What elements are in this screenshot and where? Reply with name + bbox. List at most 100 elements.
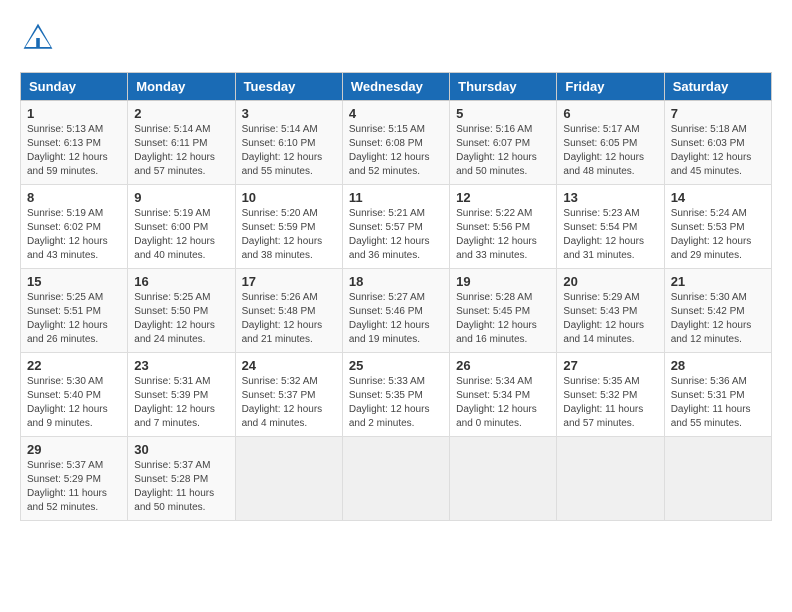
day-info: Sunrise: 5:32 AM Sunset: 5:37 PM Dayligh… bbox=[242, 375, 336, 431]
day-of-week-header: Saturday bbox=[664, 73, 771, 101]
day-info: Sunrise: 5:14 AM Sunset: 6:10 PM Dayligh… bbox=[242, 123, 336, 179]
day-info: Sunrise: 5:28 AM Sunset: 5:45 PM Dayligh… bbox=[456, 291, 550, 347]
calendar-cell: 24Sunrise: 5:32 AM Sunset: 5:37 PM Dayli… bbox=[235, 353, 342, 437]
calendar-cell: 12 Sunrise: 5:22 AM Sunset: 5:56 PM Dayli… bbox=[450, 185, 557, 269]
calendar-cell: 6 Sunrise: 5:17 AM Sunset: 6:05 PM Daylig… bbox=[557, 101, 664, 185]
calendar-cell: 17Sunrise: 5:26 AM Sunset: 5:48 PM Dayli… bbox=[235, 269, 342, 353]
day-of-week-header: Thursday bbox=[450, 73, 557, 101]
day-number: 12 bbox=[456, 190, 550, 205]
day-number: 20 bbox=[563, 274, 657, 289]
day-number: 27 bbox=[563, 358, 657, 373]
day-number: 9 bbox=[134, 190, 228, 205]
day-info: Sunrise: 5:27 AM Sunset: 5:46 PM Dayligh… bbox=[349, 291, 443, 347]
calendar-cell: 26Sunrise: 5:34 AM Sunset: 5:34 PM Dayli… bbox=[450, 353, 557, 437]
calendar-week-row: 29 Sunrise: 5:37 AM Sunset: 5:29 PM Dayli… bbox=[21, 437, 772, 521]
day-info: Sunrise: 5:37 AM Sunset: 5:29 PM Dayligh… bbox=[27, 459, 121, 515]
calendar-week-row: 15 Sunrise: 5:25 AM Sunset: 5:51 PM Dayli… bbox=[21, 269, 772, 353]
day-info: Sunrise: 5:36 AM Sunset: 5:31 PM Dayligh… bbox=[671, 375, 765, 431]
day-info: Sunrise: 5:17 AM Sunset: 6:05 PM Dayligh… bbox=[563, 123, 657, 179]
day-of-week-header: Wednesday bbox=[342, 73, 449, 101]
calendar-week-row: 22 Sunrise: 5:30 AM Sunset: 5:40 PM Dayli… bbox=[21, 353, 772, 437]
calendar-cell: 8Sunrise: 5:19 AM Sunset: 6:02 PM Daylig… bbox=[21, 185, 128, 269]
day-of-week-header: Monday bbox=[128, 73, 235, 101]
day-of-week-header: Friday bbox=[557, 73, 664, 101]
calendar-table: SundayMondayTuesdayWednesdayThursdayFrid… bbox=[20, 72, 772, 521]
day-info: Sunrise: 5:35 AM Sunset: 5:32 PM Dayligh… bbox=[563, 375, 657, 431]
day-number: 13 bbox=[563, 190, 657, 205]
day-number: 16 bbox=[134, 274, 228, 289]
calendar-cell: 10Sunrise: 5:20 AM Sunset: 5:59 PM Dayli… bbox=[235, 185, 342, 269]
day-info: Sunrise: 5:24 AM Sunset: 5:53 PM Dayligh… bbox=[671, 207, 765, 263]
day-info: Sunrise: 5:30 AM Sunset: 5:40 PM Dayligh… bbox=[27, 375, 121, 431]
day-info: Sunrise: 5:15 AM Sunset: 6:08 PM Dayligh… bbox=[349, 123, 443, 179]
day-number: 23 bbox=[134, 358, 228, 373]
day-info: Sunrise: 5:31 AM Sunset: 5:39 PM Dayligh… bbox=[134, 375, 228, 431]
day-info: Sunrise: 5:18 AM Sunset: 6:03 PM Dayligh… bbox=[671, 123, 765, 179]
day-info: Sunrise: 5:30 AM Sunset: 5:42 PM Dayligh… bbox=[671, 291, 765, 347]
day-number: 18 bbox=[349, 274, 443, 289]
day-number: 14 bbox=[671, 190, 765, 205]
calendar-cell: 5 Sunrise: 5:16 AM Sunset: 6:07 PM Daylig… bbox=[450, 101, 557, 185]
day-number: 21 bbox=[671, 274, 765, 289]
calendar-cell: 3 Sunrise: 5:14 AM Sunset: 6:10 PM Daylig… bbox=[235, 101, 342, 185]
day-of-week-header: Tuesday bbox=[235, 73, 342, 101]
calendar-cell bbox=[664, 437, 771, 521]
day-number: 22 bbox=[27, 358, 121, 373]
calendar-cell bbox=[557, 437, 664, 521]
day-info: Sunrise: 5:25 AM Sunset: 5:51 PM Dayligh… bbox=[27, 291, 121, 347]
day-info: Sunrise: 5:19 AM Sunset: 6:00 PM Dayligh… bbox=[134, 207, 228, 263]
calendar-cell: 19 Sunrise: 5:28 AM Sunset: 5:45 PM Dayli… bbox=[450, 269, 557, 353]
day-info: Sunrise: 5:34 AM Sunset: 5:34 PM Dayligh… bbox=[456, 375, 550, 431]
calendar-cell bbox=[342, 437, 449, 521]
day-number: 7 bbox=[671, 106, 765, 121]
day-number: 2 bbox=[134, 106, 228, 121]
day-number: 1 bbox=[27, 106, 121, 121]
calendar-cell: 13 Sunrise: 5:23 AM Sunset: 5:54 PM Dayli… bbox=[557, 185, 664, 269]
day-number: 6 bbox=[563, 106, 657, 121]
calendar-cell: 7 Sunrise: 5:18 AM Sunset: 6:03 PM Daylig… bbox=[664, 101, 771, 185]
logo-icon bbox=[20, 20, 56, 56]
calendar-cell: 20 Sunrise: 5:29 AM Sunset: 5:43 PM Dayli… bbox=[557, 269, 664, 353]
day-number: 4 bbox=[349, 106, 443, 121]
day-number: 3 bbox=[242, 106, 336, 121]
day-info: Sunrise: 5:23 AM Sunset: 5:54 PM Dayligh… bbox=[563, 207, 657, 263]
day-number: 25 bbox=[349, 358, 443, 373]
day-number: 29 bbox=[27, 442, 121, 457]
day-number: 11 bbox=[349, 190, 443, 205]
calendar-cell: 22 Sunrise: 5:30 AM Sunset: 5:40 PM Dayli… bbox=[21, 353, 128, 437]
day-info: Sunrise: 5:13 AM Sunset: 6:13 PM Dayligh… bbox=[27, 123, 121, 179]
calendar-cell: 27 Sunrise: 5:35 AM Sunset: 5:32 PM Dayli… bbox=[557, 353, 664, 437]
calendar-cell: 29 Sunrise: 5:37 AM Sunset: 5:29 PM Dayli… bbox=[21, 437, 128, 521]
calendar-cell bbox=[450, 437, 557, 521]
calendar-cell: 25 Sunrise: 5:33 AM Sunset: 5:35 PM Dayli… bbox=[342, 353, 449, 437]
calendar-header-row: SundayMondayTuesdayWednesdayThursdayFrid… bbox=[21, 73, 772, 101]
day-number: 15 bbox=[27, 274, 121, 289]
calendar-cell: 2 Sunrise: 5:14 AM Sunset: 6:11 PM Daylig… bbox=[128, 101, 235, 185]
calendar-cell: 4 Sunrise: 5:15 AM Sunset: 6:08 PM Daylig… bbox=[342, 101, 449, 185]
calendar-cell: 23 Sunrise: 5:31 AM Sunset: 5:39 PM Dayli… bbox=[128, 353, 235, 437]
day-number: 28 bbox=[671, 358, 765, 373]
calendar-cell: 18 Sunrise: 5:27 AM Sunset: 5:46 PM Dayli… bbox=[342, 269, 449, 353]
calendar-cell: 14 Sunrise: 5:24 AM Sunset: 5:53 PM Dayli… bbox=[664, 185, 771, 269]
day-number: 10 bbox=[242, 190, 336, 205]
calendar-cell: 15 Sunrise: 5:25 AM Sunset: 5:51 PM Dayli… bbox=[21, 269, 128, 353]
day-info: Sunrise: 5:14 AM Sunset: 6:11 PM Dayligh… bbox=[134, 123, 228, 179]
calendar-cell: 28 Sunrise: 5:36 AM Sunset: 5:31 PM Dayli… bbox=[664, 353, 771, 437]
day-info: Sunrise: 5:37 AM Sunset: 5:28 PM Dayligh… bbox=[134, 459, 228, 515]
day-number: 5 bbox=[456, 106, 550, 121]
day-number: 19 bbox=[456, 274, 550, 289]
day-number: 17 bbox=[242, 274, 336, 289]
calendar-week-row: 1 Sunrise: 5:13 AM Sunset: 6:13 PM Daylig… bbox=[21, 101, 772, 185]
day-info: Sunrise: 5:29 AM Sunset: 5:43 PM Dayligh… bbox=[563, 291, 657, 347]
calendar-cell bbox=[235, 437, 342, 521]
logo bbox=[20, 20, 62, 56]
day-info: Sunrise: 5:25 AM Sunset: 5:50 PM Dayligh… bbox=[134, 291, 228, 347]
day-info: Sunrise: 5:22 AM Sunset: 5:56 PM Dayligh… bbox=[456, 207, 550, 263]
day-info: Sunrise: 5:16 AM Sunset: 6:07 PM Dayligh… bbox=[456, 123, 550, 179]
calendar-cell: 21 Sunrise: 5:30 AM Sunset: 5:42 PM Dayli… bbox=[664, 269, 771, 353]
day-info: Sunrise: 5:33 AM Sunset: 5:35 PM Dayligh… bbox=[349, 375, 443, 431]
page-header bbox=[20, 20, 772, 56]
day-info: Sunrise: 5:21 AM Sunset: 5:57 PM Dayligh… bbox=[349, 207, 443, 263]
calendar-cell: 1 Sunrise: 5:13 AM Sunset: 6:13 PM Daylig… bbox=[21, 101, 128, 185]
day-number: 30 bbox=[134, 442, 228, 457]
